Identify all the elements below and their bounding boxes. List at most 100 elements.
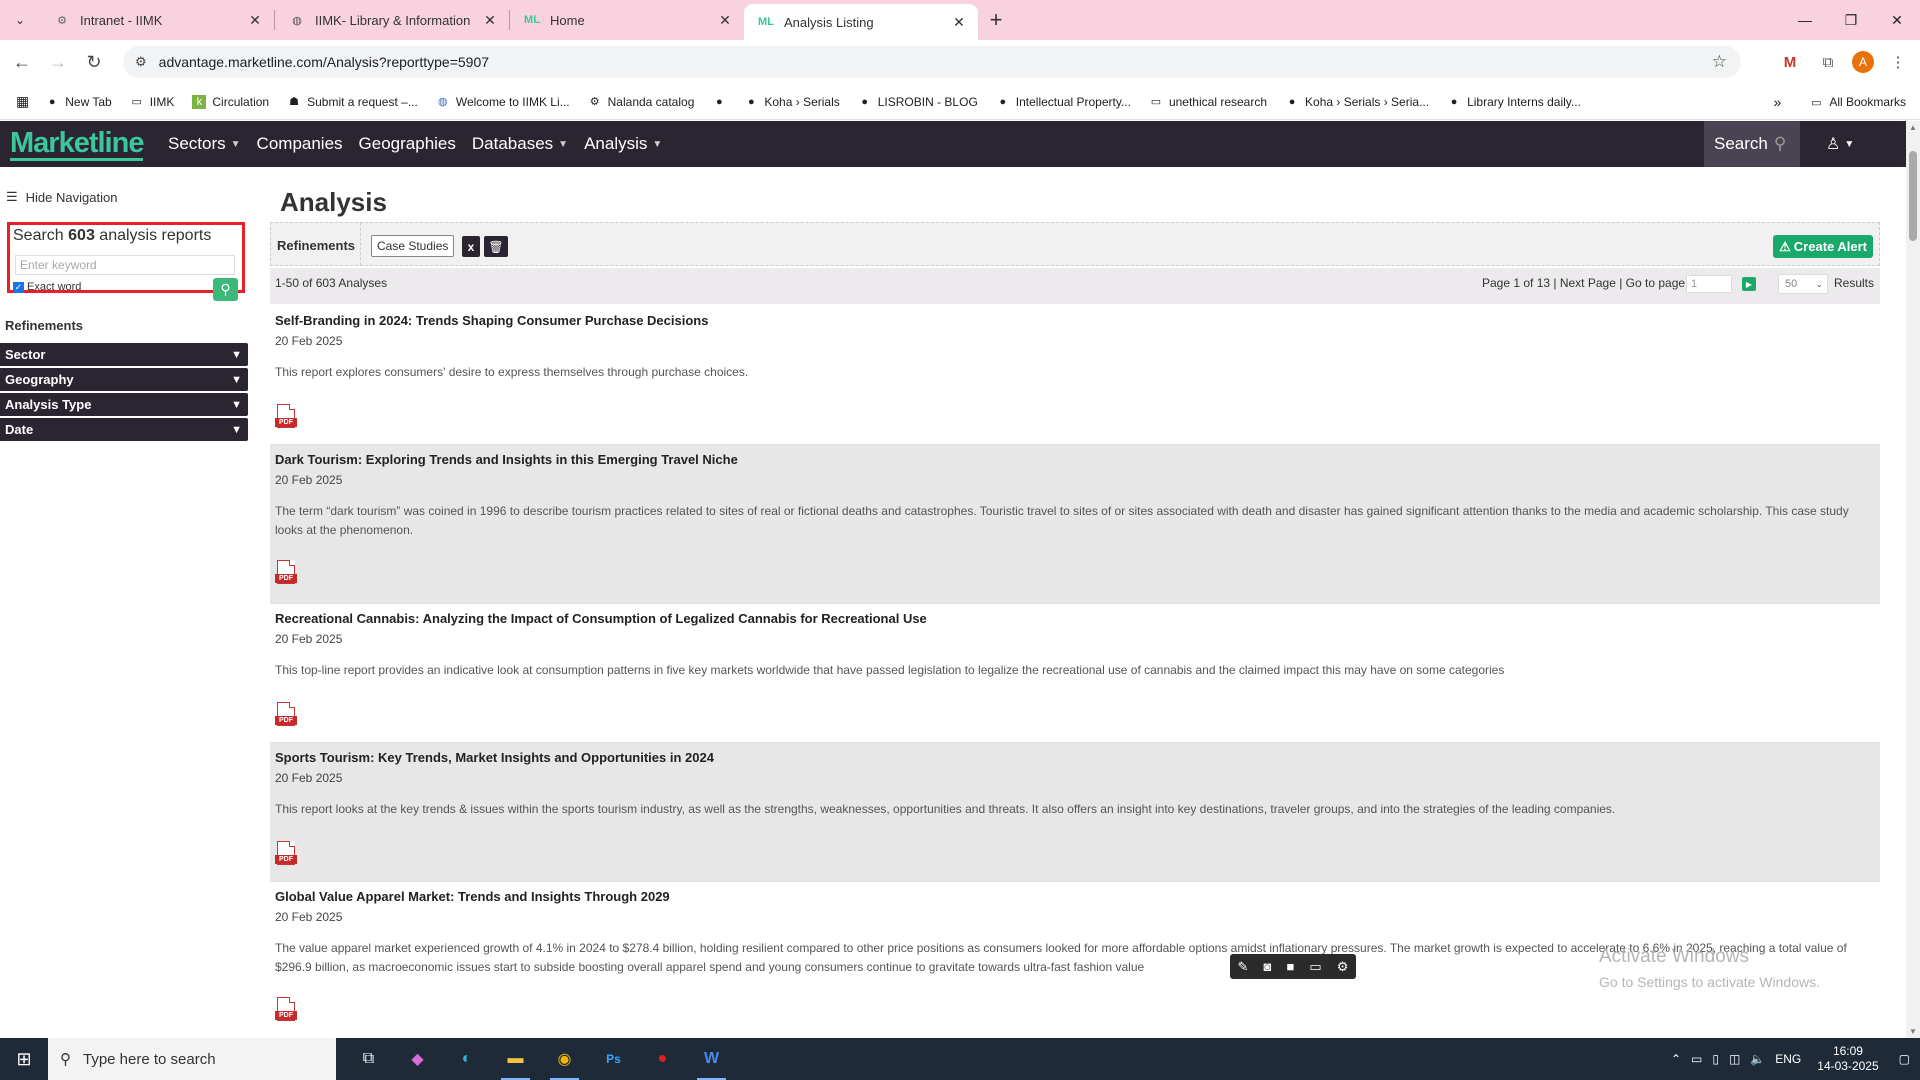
file-explorer-icon[interactable]: ▬ (491, 1038, 540, 1080)
close-window-icon[interactable]: ✕ (1874, 0, 1920, 40)
bookmark-unnamed[interactable]: ● (712, 95, 726, 109)
bookmark-unethical-research[interactable]: ▭ unethical research (1149, 95, 1267, 109)
bookmark-new-tab[interactable]: ● New Tab (45, 95, 112, 109)
word-icon[interactable]: W (687, 1038, 736, 1080)
window-icon[interactable]: ▭ (1309, 959, 1321, 975)
result-title-link[interactable]: Sports Tourism: Key Trends, Market Insig… (275, 750, 1875, 765)
checkbox-checked-icon[interactable]: ✓ (13, 281, 24, 293)
tab-home[interactable]: ML Home ✕ (510, 0, 744, 40)
chrome-icon[interactable]: ◉ (540, 1038, 589, 1080)
bookmark-nalanda[interactable]: ⚙ Nalanda catalog (588, 95, 695, 109)
bookmark-iimk[interactable]: ▭ IIMK (130, 95, 175, 109)
site-search-button[interactable]: Search ⚲ (1704, 121, 1800, 167)
close-icon[interactable]: ✕ (950, 14, 968, 31)
go-button[interactable]: ▶ (1742, 277, 1756, 291)
tab-library[interactable]: ◍ IIMK- Library & Information Ce ✕ (275, 0, 509, 40)
nav-geographies[interactable]: Geographies (351, 121, 464, 167)
photoshop-icon[interactable]: Ps (589, 1038, 638, 1080)
pdf-download-icon[interactable]: PDF (275, 404, 297, 432)
task-view-icon[interactable]: ⧉ (344, 1038, 393, 1080)
puzzle-icon[interactable]: ⧉ (1814, 48, 1842, 76)
windows-start-icon[interactable]: ⊞ (0, 1038, 48, 1080)
facet-sector[interactable]: Sector ▼ (0, 343, 248, 366)
url-field[interactable]: ⚙ advantage.marketline.com/Analysis?repo… (123, 46, 1741, 78)
camera-icon[interactable]: ◙ (1264, 959, 1272, 974)
go-to-page-input[interactable]: 1 (1686, 275, 1732, 293)
video-camera-icon[interactable]: ■ (1286, 959, 1294, 974)
clear-refinements-trash-icon[interactable]: 🗑 (484, 236, 508, 257)
notification-icon[interactable]: ▢ (1899, 1052, 1910, 1066)
new-tab-button[interactable]: + (978, 0, 1014, 40)
remove-chip-button[interactable]: x (462, 236, 480, 257)
edge-icon[interactable]: ◐ (442, 1038, 491, 1080)
hide-navigation-toggle[interactable]: ☰ Hide Navigation (6, 189, 117, 205)
scrollbar-thumb[interactable] (1909, 151, 1917, 241)
more-bookmarks-button[interactable]: » (1774, 94, 1782, 110)
keyword-input[interactable]: Enter keyword (15, 255, 235, 275)
result-title-link[interactable]: Dark Tourism: Exploring Trends and Insig… (275, 452, 1875, 467)
result-title-link[interactable]: Global Value Apparel Market: Trends and … (275, 889, 1875, 904)
site-settings-icon[interactable]: ⚙ (135, 54, 147, 70)
keyword-search-button[interactable]: ⚲ (213, 278, 238, 301)
exact-word-option[interactable]: ✓ Exact word (13, 281, 81, 293)
pdf-download-icon[interactable]: PDF (275, 841, 297, 869)
nav-companies[interactable]: Companies (249, 121, 351, 167)
all-bookmarks-button[interactable]: ▭ All Bookmarks (1809, 95, 1906, 109)
results-per-page-select[interactable]: 50 ⌄ (1778, 274, 1828, 294)
taskbar-search-box[interactable]: ⚲ Type here to search (48, 1038, 336, 1080)
battery-icon[interactable]: ▯ (1712, 1052, 1719, 1066)
pencil-icon[interactable]: ✎ (1238, 959, 1249, 975)
bookmark-star-icon[interactable]: ☆ (1712, 52, 1727, 72)
bookmark-welcome-iimk[interactable]: ◍ Welcome to IIMK Li... (436, 95, 570, 109)
close-icon[interactable]: ✕ (716, 12, 734, 29)
nav-sectors[interactable]: Sectors ▼ (160, 121, 249, 167)
taskbar-clock[interactable]: 16:09 14-03-2025 (1817, 1044, 1878, 1074)
network-icon[interactable]: ◫ (1729, 1052, 1740, 1066)
minimize-icon[interactable]: — (1782, 0, 1828, 40)
pdf-download-icon[interactable]: PDF (275, 560, 297, 588)
pdf-download-icon[interactable]: PDF (275, 997, 297, 1025)
volume-icon[interactable]: 🔈 (1750, 1052, 1765, 1066)
recorder-icon[interactable]: ● (638, 1038, 687, 1080)
result-title-link[interactable]: Self-Branding in 2024: Trends Shaping Co… (275, 313, 1875, 328)
bookmark-intellectual-property[interactable]: ● Intellectual Property... (996, 95, 1131, 109)
back-arrow-icon[interactable]: ← (4, 44, 40, 80)
nav-databases[interactable]: Databases ▼ (464, 121, 576, 167)
extension-icon[interactable]: M (1776, 48, 1804, 76)
facet-geography[interactable]: Geography ▼ (0, 368, 248, 391)
paging-links[interactable]: Page 1 of 13 | Next Page | Go to page (1482, 276, 1685, 290)
bookmark-koha-serials-2[interactable]: ● Koha › Serials › Seria... (1285, 95, 1429, 109)
bookmark-library-interns[interactable]: ● Library Interns daily... (1447, 95, 1581, 109)
restore-icon[interactable]: ❐ (1828, 0, 1874, 40)
input-language[interactable]: ENG (1775, 1052, 1801, 1066)
tab-search-icon[interactable]: ⌄ (0, 0, 40, 40)
close-icon[interactable]: ✕ (246, 12, 264, 29)
copilot-icon[interactable]: ◆ (393, 1038, 442, 1080)
tab-intranet[interactable]: ⚙ Intranet - IIMK ✕ (40, 0, 274, 40)
scroll-down-icon[interactable]: ▼ (1909, 1027, 1917, 1036)
close-icon[interactable]: ✕ (481, 12, 499, 29)
pdf-download-icon[interactable]: PDF (275, 702, 297, 730)
forward-arrow-icon[interactable]: → (40, 44, 76, 80)
kebab-menu-icon[interactable]: ⋮ (1884, 48, 1912, 76)
meet-now-icon[interactable]: ▭ (1691, 1052, 1702, 1066)
scroll-up-icon[interactable]: ▲ (1909, 123, 1917, 132)
page-scrollbar[interactable]: ▲ ▼ (1906, 121, 1920, 1038)
bookmark-lisrobin[interactable]: ● LISROBIN - BLOG (858, 95, 977, 109)
apps-icon[interactable]: ▦ (16, 93, 29, 110)
tab-analysis-listing[interactable]: ML Analysis Listing ✕ (744, 4, 978, 40)
bookmark-circulation[interactable]: k Circulation (192, 94, 269, 109)
bookmark-submit-request[interactable]: ☗ Submit a request –... (287, 95, 418, 109)
nav-analysis[interactable]: Analysis ▼ (576, 121, 670, 167)
facet-analysis-type[interactable]: Analysis Type ▼ (0, 393, 248, 416)
marketline-logo[interactable]: Marketline (0, 121, 160, 167)
bookmark-koha-serials[interactable]: ● Koha › Serials (744, 95, 840, 109)
result-title-link[interactable]: Recreational Cannabis: Analyzing the Imp… (275, 611, 1875, 626)
create-alert-button[interactable]: ⚠ Create Alert (1773, 235, 1873, 258)
reload-icon[interactable]: ↻ (76, 44, 112, 80)
facet-date[interactable]: Date ▼ (0, 418, 248, 441)
gear-icon[interactable]: ⚙ (1337, 959, 1349, 975)
chevron-up-icon[interactable]: ⌃ (1671, 1052, 1681, 1066)
profile-avatar[interactable]: A (1852, 51, 1874, 73)
user-menu[interactable]: ♙ ▼ (1826, 121, 1854, 167)
